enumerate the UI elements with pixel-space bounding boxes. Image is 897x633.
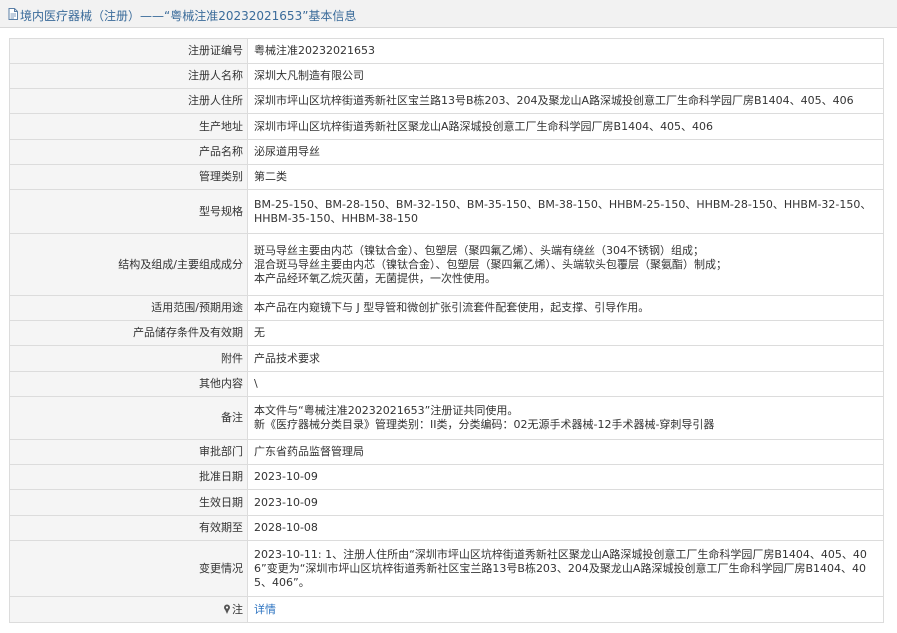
row-label: 生产地址 <box>9 113 248 140</box>
row-value: 2023-10-09 <box>247 489 884 516</box>
pin-icon <box>224 604 230 614</box>
row-label: 产品名称 <box>9 139 248 165</box>
info-row: 其他内容 \ <box>9 371 884 397</box>
info-row: 备注 本文件与“粤械注准20232021653”注册证共同使用。 新《医疗器械分类目… <box>9 396 884 440</box>
row-value-line: 斑马导丝主要由内芯（镍钛合金）、包塑层（聚四氟乙烯）、头端有绕丝（304不锈钢）… <box>254 243 704 257</box>
note-label-cell: 注 <box>9 596 248 623</box>
info-row: 审批部门 广东省药品监督管理局 <box>9 439 884 465</box>
row-value-line: 2023-10-09 <box>254 470 318 483</box>
info-row: 产品储存条件及有效期无 <box>9 320 884 346</box>
info-row: 注册人名称 深圳大凡制造有限公司 <box>9 63 884 89</box>
info-row: 变更情况 2023-10-11: 1、注册人住所由“深圳市坪山区坑梓街道秀新社区聚… <box>9 540 884 597</box>
info-row: 适用范围/预期用途 本产品在内窥镜下与 J 型导管和微创扩张引流套件配套使用，起支… <box>9 295 884 321</box>
document-icon <box>8 8 18 20</box>
row-label: 批准日期 <box>9 464 248 490</box>
row-value: 泌尿道用导丝 <box>247 139 884 165</box>
info-row: 生产地址 深圳市坪山区坑梓街道秀新社区聚龙山A路深城投创意工厂生命科学园厂房B14… <box>9 113 884 140</box>
row-label: 适用范围/预期用途 <box>9 295 248 321</box>
row-value-line: 第二类 <box>254 170 287 183</box>
row-value-line: 本产品经环氧乙烷灭菌，无菌提供，一次性使用。 <box>254 271 496 285</box>
row-label: 管理类别 <box>9 164 248 190</box>
info-row: 注册证编号 粤械注准20232021653 <box>9 38 884 64</box>
info-row: 附件 产品技术要求 <box>9 345 884 372</box>
row-value-line: 无 <box>254 326 265 339</box>
info-row: 结构及组成/主要组成成分 斑马导丝主要由内芯（镍钛合金）、包塑层（聚四氟乙烯）、头… <box>9 233 884 296</box>
row-label: 其他内容 <box>9 371 248 397</box>
row-value: 2023-10-11: 1、注册人住所由“深圳市坪山区坑梓街道秀新社区聚龙山A路… <box>247 540 884 597</box>
row-label: 型号规格 <box>9 189 248 234</box>
row-label: 注册人住所 <box>9 88 248 114</box>
row-value-line: \ <box>254 377 258 390</box>
row-value: 本产品在内窥镜下与 J 型导管和微创扩张引流套件配套使用，起支撑、引导作用。 <box>247 295 884 321</box>
row-value-line: 粤械注准20232021653 <box>254 44 375 57</box>
row-value-line: 混合斑马导丝主要由内芯（镍钛合金）、包塑层（聚四氟乙烯）、头端软头包覆层（聚氨酯… <box>254 257 727 271</box>
row-value: 深圳大凡制造有限公司 <box>247 63 884 89</box>
row-value-line: 本产品在内窥镜下与 J 型导管和微创扩张引流套件配套使用，起支撑、引导作用。 <box>254 301 650 314</box>
info-row: 注册人住所 深圳市坪山区坑梓街道秀新社区宝兰路13号B栋203、204及聚龙山A路… <box>9 88 884 114</box>
row-value: 2028-10-08 <box>247 515 884 541</box>
details-link[interactable]: 详情 <box>254 603 276 616</box>
row-value: 斑马导丝主要由内芯（镍钛合金）、包塑层（聚四氟乙烯）、头端有绕丝（304不锈钢）… <box>247 233 884 296</box>
row-value-line: BM-25-150、BM-28-150、BM-32-150、BM-35-150、… <box>254 197 872 225</box>
registration-info-table: 注册证编号 粤械注准20232021653 注册人名称 深圳大凡制造有限公司 注册人住所… <box>9 38 884 623</box>
row-value-line: 深圳市坪山区坑梓街道秀新社区宝兰路13号B栋203、204及聚龙山A路深城投创意… <box>254 94 854 107</box>
row-label: 附件 <box>9 345 248 372</box>
row-label: 审批部门 <box>9 439 248 465</box>
row-value-line: 深圳市坪山区坑梓街道秀新社区聚龙山A路深城投创意工厂生命科学园厂房B1404、4… <box>254 119 714 133</box>
row-value: 第二类 <box>247 164 884 190</box>
row-value-line: 新《医疗器械分类目录》管理类别：II类，分类编码：02无源手术器械-12手术器械… <box>254 418 715 431</box>
row-value: 深圳市坪山区坑梓街道秀新社区宝兰路13号B栋203、204及聚龙山A路深城投创意… <box>247 88 884 114</box>
row-label: 结构及组成/主要组成成分 <box>9 233 248 296</box>
row-value: 本文件与“粤械注准20232021653”注册证共同使用。 新《医疗器械分类目录》… <box>247 396 884 440</box>
info-row: 产品名称 泌尿道用导丝 <box>9 139 884 165</box>
row-value: 产品技术要求 <box>247 345 884 372</box>
row-value: 粤械注准20232021653 <box>247 38 884 64</box>
row-label: 有效期至 <box>9 515 248 541</box>
note-value-cell: 详情 <box>247 596 884 623</box>
row-value-line: 本文件与“粤械注准20232021653”注册证共同使用。 <box>254 404 519 417</box>
row-value-line: 2028-10-08 <box>254 521 318 534</box>
row-value-line: 2023-10-11: 1、注册人住所由“深圳市坪山区坑梓街道秀新社区聚龙山A路… <box>254 547 867 589</box>
row-label: 注册人名称 <box>9 63 248 89</box>
note-row: 注详情 <box>9 596 884 623</box>
row-value-line: 产品技术要求 <box>254 351 320 365</box>
row-label: 备注 <box>9 396 248 440</box>
row-value: 深圳市坪山区坑梓街道秀新社区聚龙山A路深城投创意工厂生命科学园厂房B1404、4… <box>247 113 884 140</box>
row-label: 产品储存条件及有效期 <box>9 320 248 346</box>
page-title: 境内医疗器械（注册）——“粤械注准20232021653”基本信息 <box>20 9 357 23</box>
info-row: 批准日期 2023-10-09 <box>9 464 884 490</box>
row-value-line: 广东省药品监督管理局 <box>254 445 364 458</box>
row-label: 生效日期 <box>9 489 248 516</box>
page-header: 境内医疗器械（注册）——“粤械注准20232021653”基本信息 <box>0 0 897 28</box>
info-row: 生效日期 2023-10-09 <box>9 489 884 516</box>
row-value: 广东省药品监督管理局 <box>247 439 884 465</box>
info-row: 有效期至 2028-10-08 <box>9 515 884 541</box>
info-row: 管理类别 第二类 <box>9 164 884 190</box>
row-value: 2023-10-09 <box>247 464 884 490</box>
row-label: 注册证编号 <box>9 38 248 64</box>
info-row: 型号规格 BM-25-150、BM-28-150、BM-32-150、BM-35-… <box>9 189 884 234</box>
row-value: 无 <box>247 320 884 346</box>
row-value-line: 深圳大凡制造有限公司 <box>254 69 364 82</box>
row-value: BM-25-150、BM-28-150、BM-32-150、BM-35-150、… <box>247 189 884 234</box>
row-value-line: 2023-10-09 <box>254 495 318 509</box>
note-label: 注 <box>232 602 243 616</box>
row-value: \ <box>247 371 884 397</box>
row-label: 变更情况 <box>9 540 248 597</box>
row-value-line: 泌尿道用导丝 <box>254 145 320 158</box>
